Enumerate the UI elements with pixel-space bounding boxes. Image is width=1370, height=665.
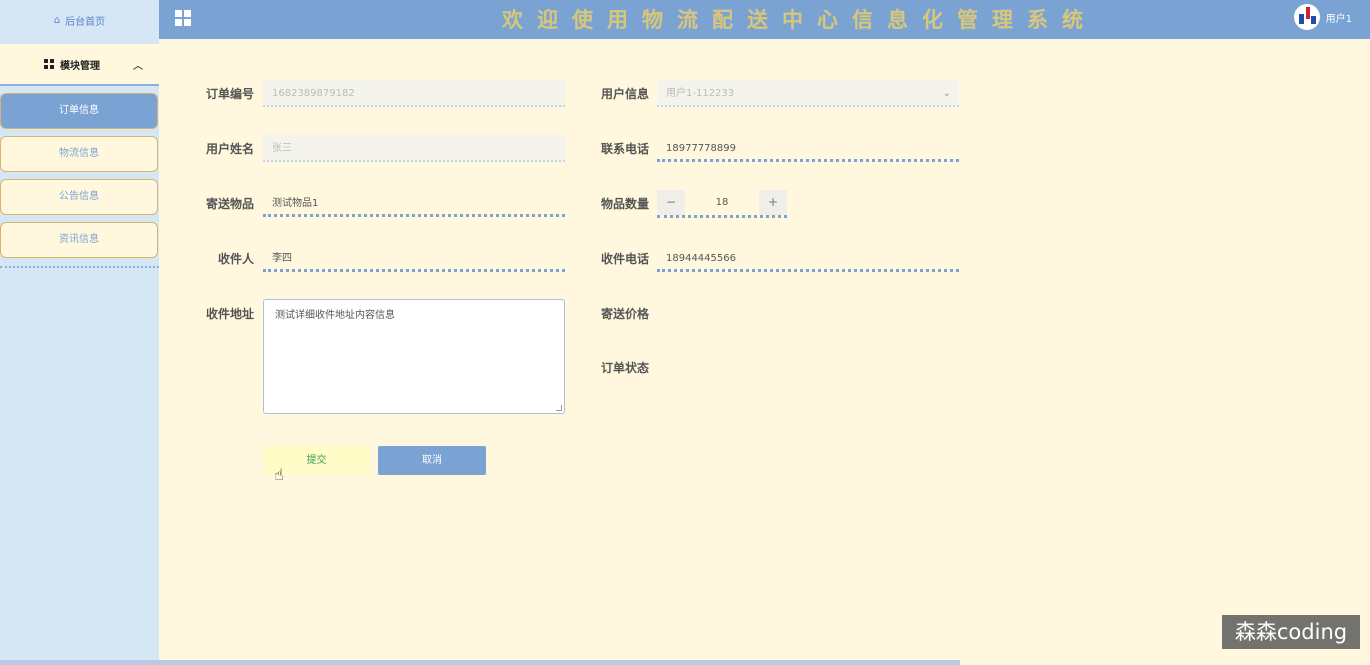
grid-icon [44,59,54,69]
sidebar-item-order[interactable]: 订单信息 [0,93,158,129]
order-no-field: 1682389879182 [263,80,565,107]
quantity-label: 物品数量 [600,197,649,211]
sidebar-item-news[interactable]: 资讯信息 [0,222,158,258]
user-menu[interactable]: 用户1 [1293,4,1352,30]
sidebar-module-menu[interactable]: 模块管理 ︿ [0,44,159,84]
user-info-label: 用户信息 [600,87,649,101]
decrement-button[interactable]: − [657,190,685,215]
hand-cursor-icon: ☝ [274,465,284,484]
quantity-stepper: − 18 + [657,190,787,218]
receiver-label: 收件人 [217,252,254,266]
watermark: 森森coding [1222,615,1360,649]
divider [0,266,159,268]
quantity-input[interactable]: 18 [685,190,759,215]
sidebar-item-logistics[interactable]: 物流信息 [0,136,158,172]
avatar [1293,4,1320,30]
address-text: 测试详细收件地址内容信息 [275,310,395,321]
increment-button[interactable]: + [759,190,787,215]
sidebar-home-link[interactable]: ⌂ 后台首页 [0,0,159,40]
contact-phone-label: 联系电话 [600,142,649,156]
sidebar-home-label: 后台首页 [65,16,106,28]
address-textarea[interactable]: 测试详细收件地址内容信息 [263,299,565,414]
order-no-label: 订单编号 [205,87,254,101]
user-info-value: 用户1-112233 [666,88,735,99]
user-info-select: 用户1-112233 ⌄ [657,80,959,107]
sidebar-item-notice[interactable]: 公告信息 [0,179,158,215]
divider [0,84,159,86]
chevron-down-icon: ⌄ [942,88,951,99]
page-title: 欢迎使用物流配送中心信息化管理系统 [502,8,1097,32]
price-label: 寄送价格 [600,307,649,321]
status-label: 订单状态 [600,361,649,375]
contact-phone-input[interactable]: 18977778899 [657,135,959,162]
address-label: 收件地址 [205,307,254,321]
chevron-up-icon: ︿ [133,61,143,72]
receiver-phone-label: 收件电话 [600,252,649,266]
resize-handle[interactable] [556,405,562,411]
username: 用户1 [1325,13,1352,25]
sidebar: ⌂ 后台首页 模块管理 ︿ 订单信息 物流信息 公告信息 资讯信息 [0,0,159,665]
sidebar-module-label: 模块管理 [60,60,100,72]
receiver-phone-input[interactable]: 18944445566 [657,245,959,272]
receiver-input[interactable]: 李四 [263,245,565,272]
item-label: 寄送物品 [205,197,254,211]
user-name-field: 张三 [263,135,565,162]
user-name-label: 用户姓名 [205,142,254,156]
home-icon: ⌂ [53,14,61,26]
item-input[interactable]: 测试物品1 [263,190,565,217]
top-header: 欢迎使用物流配送中心信息化管理系统 用户1 [159,0,1370,39]
scrollbar[interactable] [0,660,960,665]
cancel-button[interactable]: 取消 [378,446,486,475]
